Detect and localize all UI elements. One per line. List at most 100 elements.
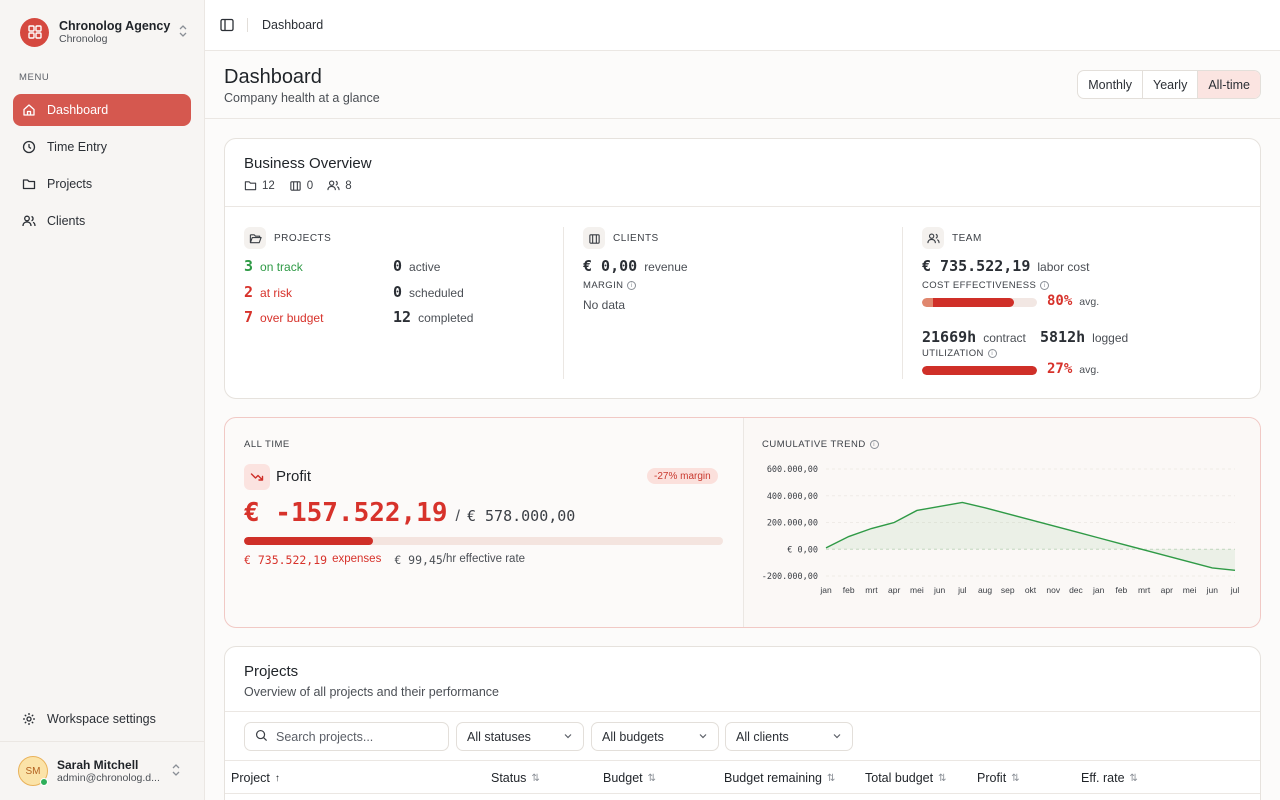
page-subtitle: Company health at a glance [224,91,380,105]
sidebar-item-time-entry[interactable]: Time Entry [13,131,191,163]
column-label: Status [491,771,527,785]
sidebar-item-projects[interactable]: Projects [13,168,191,200]
menu-label: MENU [19,72,50,83]
clients-count-value: 0 [306,179,314,192]
contract-hours-value: 21669h [922,328,977,346]
stat-at-risk: 2 at risk [244,283,292,301]
client-filter[interactable]: All clients [725,722,853,751]
chart-y-tick-label: 200.000,00 [767,519,818,529]
budget-filter[interactable]: All budgets [591,722,719,751]
column-budget-remaining[interactable]: Budget remaining ⇅ [724,771,835,785]
column-profit[interactable]: Profit ⇅ [977,771,1020,785]
chart-data-point [893,522,895,524]
labor-cost-value: € 735.522,19 [922,257,1031,275]
column-eff-rate[interactable]: Eff. rate ⇅ [1081,771,1138,785]
utilization-text: UTILIZATION [922,348,984,359]
table-header: Project ↑ Status ⇅ Budget ⇅ Budget remainin… [225,760,1260,794]
clients-section-label: CLIENTS [613,232,659,244]
user-menu[interactable]: SM Sarah Mitchell admin@chronolog.d... [0,741,205,800]
chart-data-point [1075,531,1077,533]
utilization-percent: 27% [1047,361,1073,377]
sidebar-item-label: Projects [47,177,93,191]
chart-x-tick-label: feb [1115,585,1127,595]
chart-x-tick-label: mrt [865,585,878,595]
building-icon [290,181,301,191]
workspace-settings-label: Workspace settings [47,712,156,726]
column-budget[interactable]: Budget ⇅ [603,771,656,785]
info-icon[interactable]: i [627,281,637,290]
chart-data-point [939,505,941,507]
projects-count: 12 [244,179,275,192]
sort-icon: ⇅ [531,772,540,784]
sidebar-item-clients[interactable]: Clients [13,205,191,237]
logged-label: logged [1092,331,1129,345]
stat-contract-hours: 21669h contract [922,328,1026,346]
period-yearly[interactable]: Yearly [1143,71,1199,98]
online-status-dot [40,778,48,786]
cost-effectiveness-text: COST EFFECTIVENESS [922,280,1037,291]
sort-icon: ⇅ [826,772,836,784]
column-label: Project [231,771,270,785]
column-label: Profit [977,771,1007,785]
active-count: 0 [393,257,403,275]
sidebar-item-label: Time Entry [47,140,107,154]
chart-data-point [848,536,850,538]
search-icon [255,729,268,745]
info-icon[interactable]: i [987,349,997,358]
over-budget-label: over budget [260,311,324,325]
org-switcher[interactable]: Chronolog Agency Chronolog [20,17,188,47]
status-filter[interactable]: All statuses [456,722,584,751]
on-track-count: 3 [244,257,254,275]
folder-open-icon [244,227,266,249]
chart-data-point [1166,555,1168,557]
chart-data-point [1007,513,1009,515]
chart-data-point [1189,561,1191,563]
stat-active: 0 active [393,257,440,275]
column-project[interactable]: Project ↑ [231,771,280,785]
chart-y-tick-label: 400.000,00 [767,492,818,502]
breadcrumb-divider [247,18,248,32]
column-total-budget[interactable]: Total budget ⇅ [865,771,947,785]
column-divider [563,227,564,379]
column-divider [902,227,903,379]
team-count: 8 [327,179,352,192]
period-switcher: Monthly Yearly All-time [1077,70,1261,99]
chart-data-point [916,509,918,511]
info-icon[interactable]: i [1040,281,1050,290]
cost-effectiveness-value: 80% avg. [1047,293,1099,309]
workspace-settings-link[interactable]: Workspace settings [13,704,191,734]
arrow-up-icon: ↑ [274,772,280,784]
chart-x-tick-label: apr [888,585,900,595]
chart-x-tick-label: jul [957,585,967,595]
column-label: Total budget [865,771,934,785]
column-label: Eff. rate [1081,771,1125,785]
scheduled-count: 0 [393,283,403,301]
search-box[interactable] [244,722,449,751]
sidebar-item-dashboard[interactable]: Dashboard [13,94,191,126]
projects-count-value: 12 [262,179,275,192]
chart-data-point [984,507,986,509]
column-label: Budget remaining [724,771,822,785]
stat-on-track: 3 on track [244,257,303,275]
logged-hours-value: 5812h [1040,328,1086,346]
projects-section-label: PROJECTS [274,232,332,244]
chart-data-point [1030,519,1032,521]
chevron-down-icon [832,730,842,744]
utilization-bar [922,366,1037,375]
sort-icon: ⇅ [1129,772,1138,784]
projects-summary: PROJECTS [244,227,331,249]
chart-area [826,502,1235,571]
cost-effectiveness-bar [922,298,1037,307]
sidebar-toggle-icon[interactable] [219,17,235,33]
topbar: Dashboard [205,0,1280,51]
active-label: active [409,260,441,274]
period-all-time[interactable]: All-time [1198,71,1260,98]
stat-labor-cost: € 735.522,19 labor cost [922,257,1089,275]
org-logo-icon [20,17,49,47]
column-status[interactable]: Status ⇅ [491,771,540,785]
page-header: Dashboard Company health at a glance Mon… [205,51,1280,119]
divider [225,711,1260,712]
period-monthly[interactable]: Monthly [1078,71,1144,98]
search-input[interactable] [276,729,436,744]
on-track-label: on track [260,260,303,274]
